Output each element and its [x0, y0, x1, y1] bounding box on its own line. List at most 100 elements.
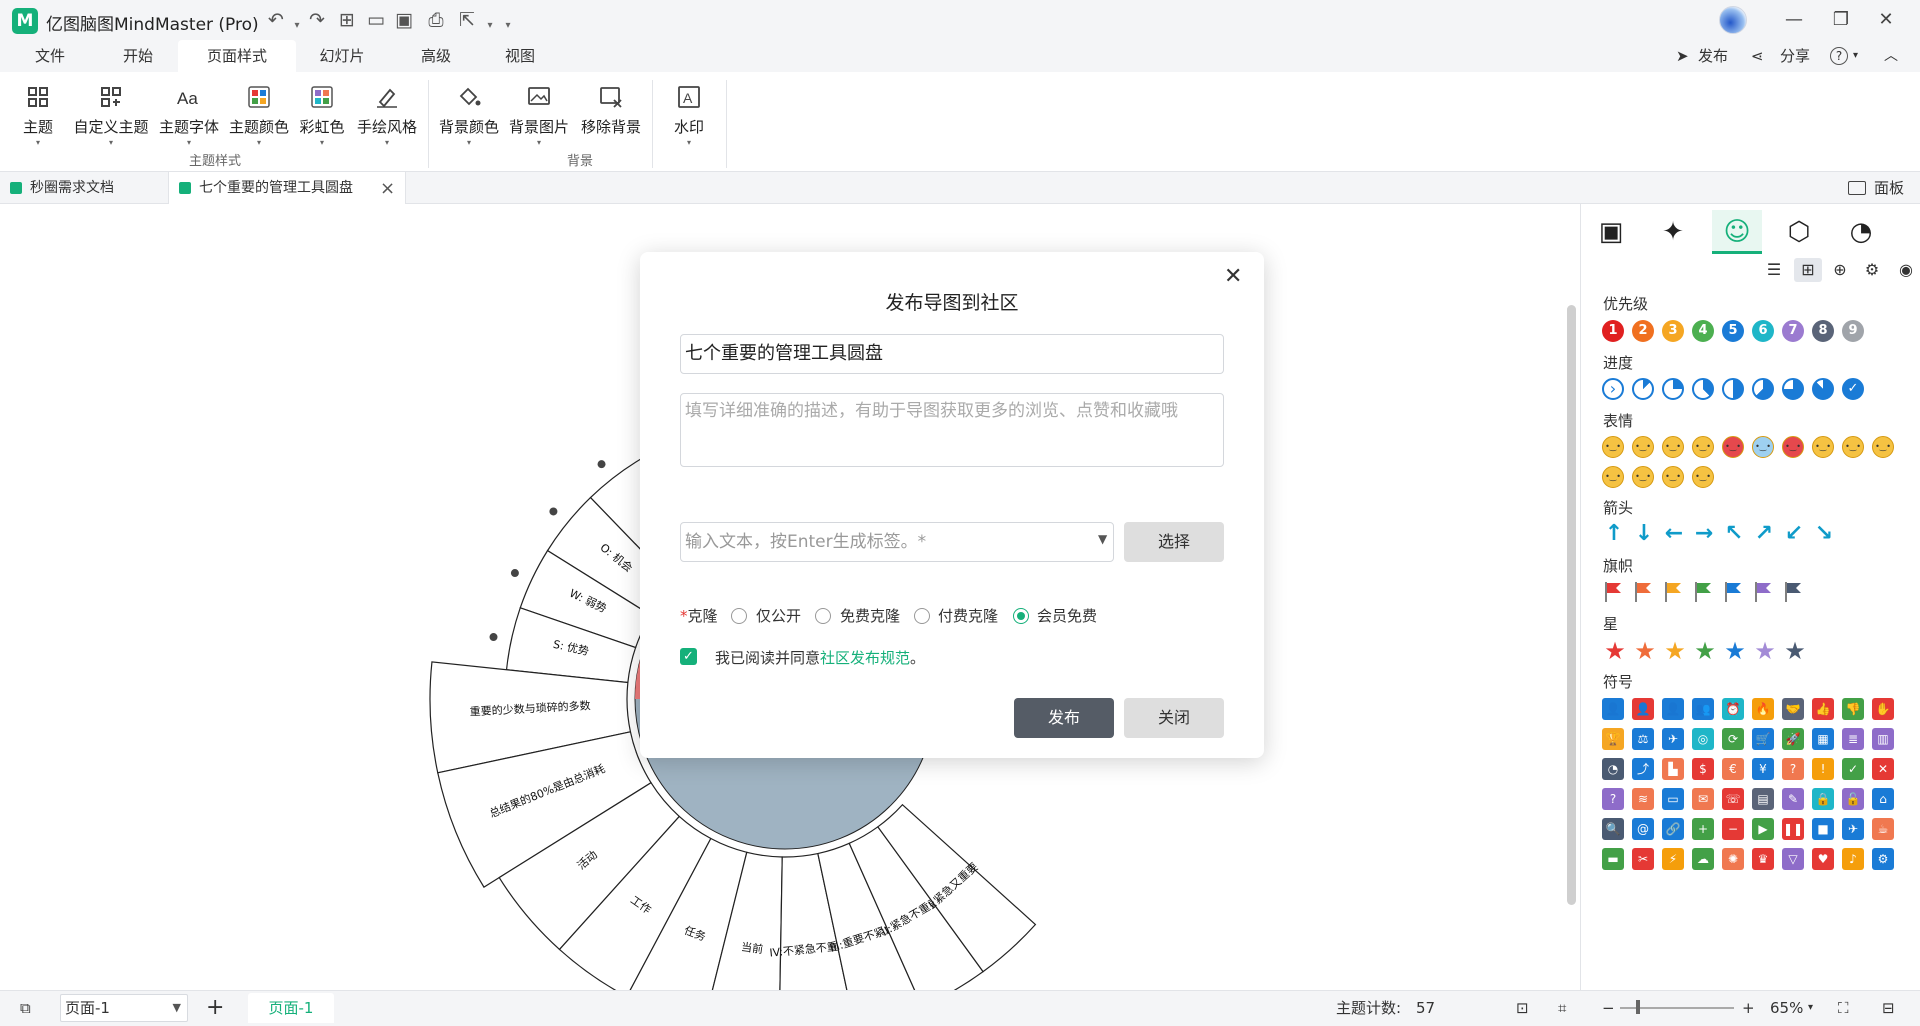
symbol-11-icon[interactable]: ⚖ — [1632, 728, 1654, 750]
emoji-2-icon[interactable]: •‿• — [1662, 436, 1684, 458]
canvas-scrollbar[interactable] — [1567, 305, 1576, 905]
symbol-18-icon[interactable]: ≣ — [1842, 728, 1864, 750]
panel-tab-mark-icon[interactable]: ☺ — [1712, 210, 1762, 254]
symbol-24-icon[interactable]: € — [1722, 758, 1744, 780]
symbol-35-icon[interactable]: ▤ — [1752, 788, 1774, 810]
menu-view[interactable]: 视图 — [490, 40, 550, 72]
symbol-17-icon[interactable]: ▦ — [1812, 728, 1834, 750]
emoji-10-icon[interactable]: •‿• — [1602, 466, 1624, 488]
presentation-icon[interactable]: ⊟ — [1882, 990, 1895, 1026]
share-link[interactable]: 分享 — [1780, 40, 1810, 72]
progress-6-icon[interactable] — [1782, 378, 1804, 400]
symbol-36-icon[interactable]: ✎ — [1782, 788, 1804, 810]
symbol-59-icon[interactable]: ⚙ — [1872, 848, 1894, 870]
symbol-2-icon[interactable]: 👤 — [1662, 698, 1684, 720]
symbol-9-icon[interactable]: ✋ — [1872, 698, 1894, 720]
symbol-28-icon[interactable]: ✓ — [1842, 758, 1864, 780]
page-tab[interactable]: 页面-1 — [248, 993, 334, 1023]
progress-7-icon[interactable] — [1812, 378, 1834, 400]
open-icon[interactable]: ▭ — [364, 8, 388, 32]
branch-collapse-dot[interactable] — [597, 460, 606, 469]
symbol-47-icon[interactable]: ■ — [1812, 818, 1834, 840]
map-title-input[interactable]: 七个重要的管理工具圆盘 — [680, 334, 1224, 374]
emoji-7-icon[interactable]: •‿• — [1812, 436, 1834, 458]
symbol-33-icon[interactable]: ✉ — [1692, 788, 1714, 810]
symbol-39-icon[interactable]: ⌂ — [1872, 788, 1894, 810]
publish-icon[interactable]: ➤ — [1676, 40, 1689, 72]
close-button[interactable]: 关闭 — [1124, 698, 1224, 738]
radio-public-only[interactable] — [731, 608, 747, 624]
symbol-51-icon[interactable]: ✂ — [1632, 848, 1654, 870]
symbol-37-icon[interactable]: 🔒 — [1812, 788, 1834, 810]
priority-4-icon[interactable]: 4 — [1692, 320, 1714, 342]
priority-6-icon[interactable]: 6 — [1752, 320, 1774, 342]
symbol-34-icon[interactable]: ☏ — [1722, 788, 1744, 810]
emoji-8-icon[interactable]: •‿• — [1842, 436, 1864, 458]
symbol-54-icon[interactable]: ✺ — [1722, 848, 1744, 870]
arrow-3-icon[interactable]: → — [1692, 522, 1716, 546]
watermark-button[interactable]: A 水印 ▾ — [664, 80, 714, 150]
zoom-slider-thumb[interactable] — [1636, 1000, 1640, 1014]
radio-free-clone[interactable] — [815, 608, 831, 624]
progress-8-icon[interactable]: ✓ — [1842, 378, 1864, 400]
emoji-5-icon[interactable]: •‿• — [1752, 436, 1774, 458]
priority-7-icon[interactable]: 7 — [1782, 320, 1804, 342]
zoom-out-icon[interactable]: − — [1602, 990, 1615, 1026]
symbol-10-icon[interactable]: 🏆 — [1602, 728, 1624, 750]
symbol-16-icon[interactable]: 🚀 — [1782, 728, 1804, 750]
arrow-7-icon[interactable]: ↘ — [1812, 522, 1836, 546]
symbol-27-icon[interactable]: ! — [1812, 758, 1834, 780]
menu-advanced[interactable]: 高级 — [406, 40, 466, 72]
symbol-26-icon[interactable]: ? — [1782, 758, 1804, 780]
flag-4-icon[interactable] — [1722, 580, 1744, 604]
emoji-12-icon[interactable]: •‿• — [1662, 466, 1684, 488]
radio-paid-clone[interactable] — [914, 608, 930, 624]
star-2-icon[interactable]: ★ — [1662, 638, 1688, 664]
fit-page-icon[interactable]: ⊡ — [1516, 990, 1529, 1026]
add-page-icon[interactable]: + — [206, 990, 224, 1026]
mark-settings-icon[interactable]: ⚙ — [1858, 258, 1886, 282]
arrow-2-icon[interactable]: ← — [1662, 522, 1686, 546]
help-dropdown-icon[interactable]: ▾ — [1853, 40, 1858, 72]
grid-view-icon[interactable]: ⊞ — [1794, 258, 1822, 282]
restore-icon[interactable]: ❐ — [1821, 6, 1861, 34]
arrow-6-icon[interactable]: ↙ — [1782, 522, 1806, 546]
user-avatar[interactable] — [1719, 6, 1747, 34]
priority-2-icon[interactable]: 2 — [1632, 320, 1654, 342]
minimize-icon[interactable]: — — [1774, 6, 1814, 34]
tag-input[interactable]: 输入文本，按Enter生成标签。* — [680, 522, 1114, 562]
progress-4-icon[interactable] — [1722, 378, 1744, 400]
tag-dropdown-icon[interactable]: ▼ — [1098, 532, 1107, 546]
branch-collapse-dot[interactable] — [510, 569, 519, 578]
symbol-38-icon[interactable]: 🔓 — [1842, 788, 1864, 810]
symbol-0-icon[interactable]: 👤 — [1602, 698, 1624, 720]
progress-2-icon[interactable] — [1662, 378, 1684, 400]
radio-member-free-label[interactable]: 会员免费 — [1037, 605, 1097, 626]
symbol-29-icon[interactable]: ✕ — [1872, 758, 1894, 780]
symbol-45-icon[interactable]: ▶ — [1752, 818, 1774, 840]
symbol-3-icon[interactable]: 👥 — [1692, 698, 1714, 720]
panel-tab-format-icon[interactable]: ▣ — [1586, 210, 1636, 254]
community-rules-link[interactable]: 社区发布规范 — [820, 649, 910, 667]
flag-6-icon[interactable] — [1782, 580, 1804, 604]
symbol-19-icon[interactable]: ▥ — [1872, 728, 1894, 750]
doc-tab-active[interactable]: 七个重要的管理工具圆盘 — [168, 172, 406, 204]
emoji-13-icon[interactable]: •‿• — [1692, 466, 1714, 488]
symbol-55-icon[interactable]: ♛ — [1752, 848, 1774, 870]
list-view-icon[interactable]: ☰ — [1760, 258, 1788, 282]
symbol-1-icon[interactable]: 👤 — [1632, 698, 1654, 720]
zoom-dropdown-icon[interactable]: ▾ — [1808, 990, 1813, 1026]
radio-paid-clone-label[interactable]: 付费克隆 — [938, 605, 998, 626]
flag-0-icon[interactable] — [1602, 580, 1624, 604]
new-icon[interactable]: ⊞ — [335, 8, 359, 32]
theme-button[interactable]: 主题 ▾ — [12, 80, 64, 150]
collapse-ribbon-icon[interactable]: ︿ — [1884, 40, 1898, 72]
menu-file[interactable]: 文件 — [20, 40, 80, 72]
priority-5-icon[interactable]: 5 — [1722, 320, 1744, 342]
emoji-3-icon[interactable]: •‿• — [1692, 436, 1714, 458]
rainbow-button[interactable]: 彩虹色 ▾ — [296, 80, 348, 150]
symbol-46-icon[interactable]: ❚❚ — [1782, 818, 1804, 840]
symbol-13-icon[interactable]: ◎ — [1692, 728, 1714, 750]
radio-free-clone-label[interactable]: 免费克隆 — [840, 605, 900, 626]
flag-5-icon[interactable] — [1752, 580, 1774, 604]
